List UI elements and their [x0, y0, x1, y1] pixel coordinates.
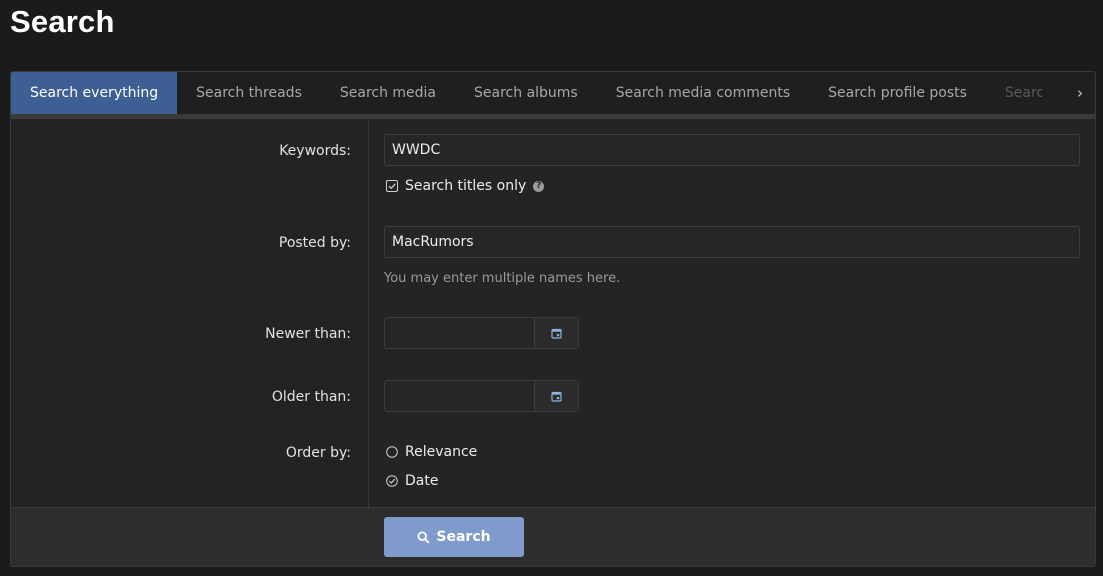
- search-titles-only-checkbox[interactable]: Search titles only ?: [386, 178, 545, 194]
- older-than-label: Older than:: [271, 389, 351, 405]
- newer-than-label: Newer than:: [265, 326, 351, 342]
- tab-search-more[interactable]: Search: [986, 72, 1042, 114]
- tab-search-albums[interactable]: Search albums: [455, 72, 597, 114]
- question-icon[interactable]: ?: [533, 180, 545, 192]
- older-than-input[interactable]: [385, 381, 534, 411]
- calendar-icon[interactable]: [534, 381, 578, 411]
- tab-search-threads[interactable]: Search threads: [177, 72, 321, 114]
- keywords-input[interactable]: WWDC: [384, 134, 1080, 166]
- posted-by-label: Posted by:: [278, 235, 351, 251]
- posted-by-hint: You may enter multiple names here.: [384, 271, 621, 286]
- checkbox-checked-icon: [386, 180, 398, 192]
- keywords-label: Keywords:: [279, 143, 351, 159]
- tab-search-everything[interactable]: Search everything: [11, 72, 178, 114]
- order-by-label: Order by:: [285, 445, 351, 461]
- tab-bar: Search everything Search threads Search …: [11, 72, 1095, 114]
- older-than-date-picker: [384, 380, 579, 412]
- search-form-block: Search everything Search threads Search …: [10, 71, 1096, 567]
- chevron-right-icon[interactable]: ›: [1065, 72, 1095, 114]
- posted-by-input[interactable]: MacRumors: [384, 226, 1080, 258]
- page-title: Search: [10, 4, 115, 39]
- tab-search-media-comments[interactable]: Search media comments: [597, 72, 809, 114]
- order-relevance-radio[interactable]: Relevance: [386, 444, 477, 460]
- newer-than-date-picker: [384, 317, 579, 349]
- order-relevance-label: Relevance: [405, 444, 478, 460]
- form-footer: Search: [11, 507, 1095, 566]
- search-button[interactable]: Search: [384, 517, 524, 557]
- tab-search-media[interactable]: Search media: [321, 72, 455, 114]
- search-icon: [417, 530, 430, 544]
- radio-checked-icon: [386, 475, 398, 487]
- order-date-radio[interactable]: Date: [386, 473, 438, 489]
- search-button-label: Search: [436, 529, 491, 545]
- newer-than-input[interactable]: [385, 318, 534, 348]
- radio-unchecked-icon: [386, 446, 398, 458]
- calendar-icon[interactable]: [534, 318, 578, 348]
- order-date-label: Date: [405, 473, 439, 489]
- tab-search-profile-posts[interactable]: Search profile posts: [809, 72, 986, 114]
- search-titles-only-label: Search titles only: [405, 178, 527, 194]
